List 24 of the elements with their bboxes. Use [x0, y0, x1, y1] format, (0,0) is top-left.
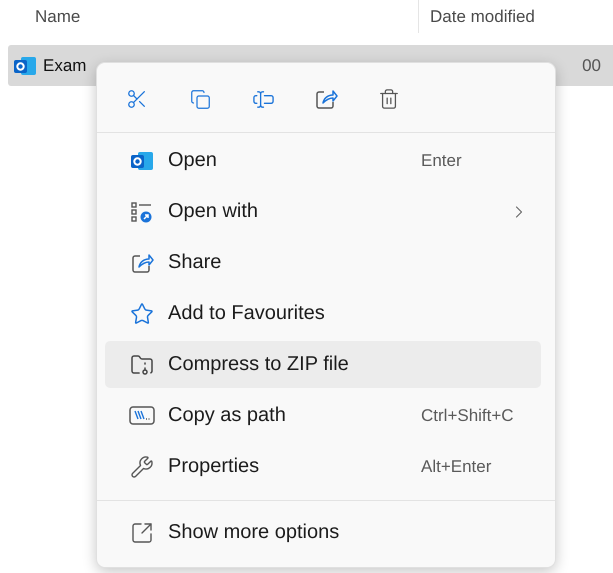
column-header[interactable]: Date modified [430, 6, 535, 26]
expand-icon [130, 520, 154, 544]
menu-item[interactable]: Open Enter [105, 137, 541, 184]
wrench-icon [130, 454, 154, 478]
column-header[interactable]: Name [0, 6, 418, 26]
menu-item[interactable]: Show more options [105, 509, 541, 556]
trash-icon [378, 88, 400, 110]
menu-item[interactable]: Properties Alt+Enter [105, 443, 541, 490]
shortcut-text: Alt+Enter [421, 456, 492, 476]
menu-item[interactable]: Share [105, 239, 541, 286]
apps-icon [130, 200, 154, 224]
zip-folder-icon [130, 352, 154, 376]
copy-icon [190, 88, 210, 110]
menu-item[interactable]: Open with [105, 188, 541, 235]
menu-item[interactable]: Compress to ZIP file [105, 341, 541, 388]
menu-item[interactable]: Add to Favourites [105, 290, 541, 337]
star-icon [130, 302, 154, 326]
file-date: 00 [582, 56, 601, 76]
scissors-icon [126, 88, 148, 110]
menu-item[interactable]: Copy as path Ctrl+Shift+C [105, 392, 541, 439]
file-name: Exam [43, 56, 86, 76]
path-icon [129, 404, 155, 426]
shortcut-text: Ctrl+Shift+C [421, 406, 515, 426]
shortcut-text: Enter [421, 150, 463, 170]
